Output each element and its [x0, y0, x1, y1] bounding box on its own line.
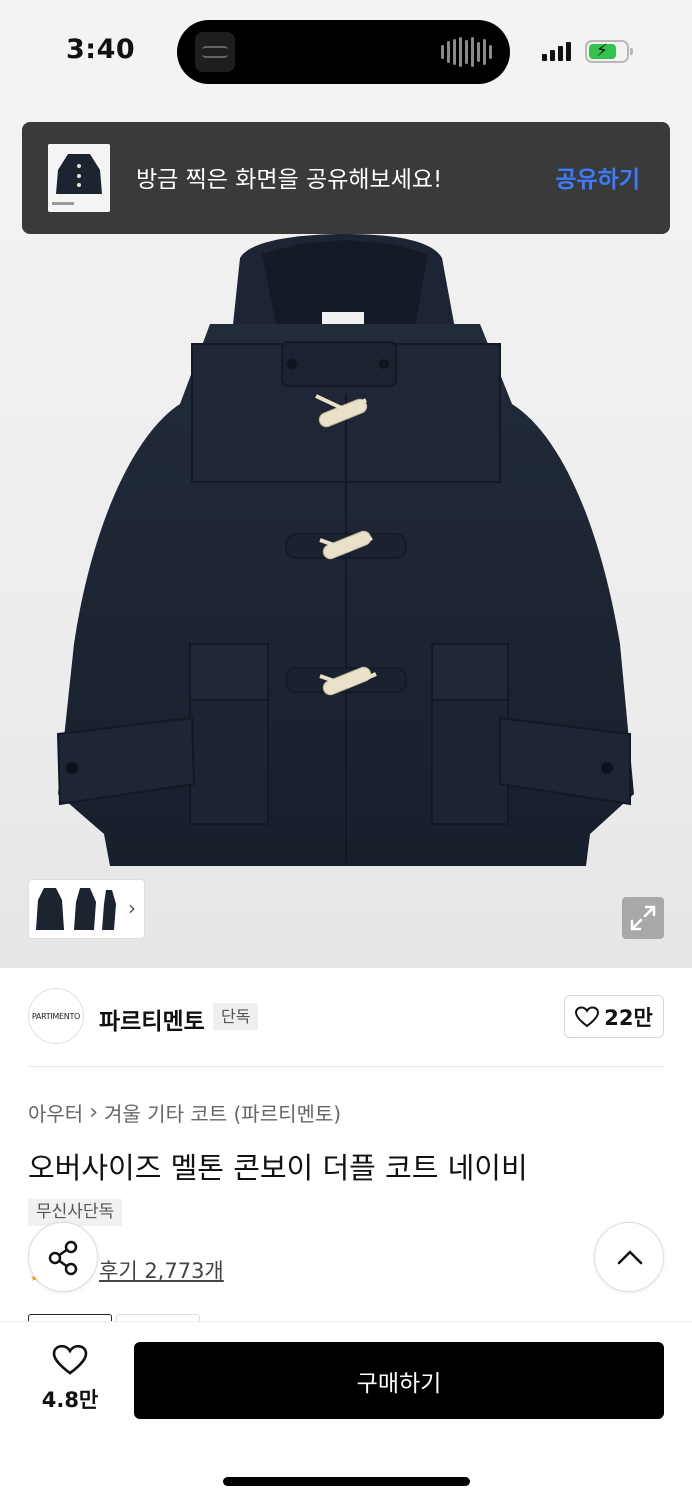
dynamic-island[interactable] [177, 20, 510, 84]
heart-icon [575, 1005, 600, 1027]
product-title: 오버사이즈 멜톤 콘보이 더플 코트 네이비 [28, 1151, 528, 1185]
exclusive-badge: 단독 [213, 1003, 259, 1030]
share-screenshot-toast: 방금 찍은 화면을 공유해보세요! 공유하기 [22, 122, 670, 234]
image-thumbnails[interactable]: › [28, 879, 145, 939]
battery-icon: ⚡ [585, 40, 633, 63]
heart-icon [52, 1344, 88, 1375]
breadcrumb-subcategory[interactable]: 겨울 기타 코트 (파르티멘토) [104, 1098, 341, 1127]
expand-icon[interactable] [622, 897, 664, 939]
chevron-up-icon [617, 1250, 643, 1265]
brand-name[interactable]: 파르티멘토 [99, 1002, 205, 1036]
status-time: 3:40 [66, 34, 136, 65]
brand-like-button[interactable]: 22만 [564, 995, 664, 1038]
wishlist-button[interactable] [30, 1344, 110, 1380]
wishlist-count: 4.8만 [41, 1388, 99, 1412]
divider [28, 1066, 664, 1067]
toast-message: 방금 찍은 화면을 공유해보세요! [136, 167, 443, 193]
now-playing-artwork [195, 32, 235, 72]
home-indicator[interactable] [223, 1477, 470, 1486]
screenshot-thumbnail[interactable] [48, 144, 110, 212]
reviews-link[interactable]: 후기 2,773개 [99, 1255, 224, 1285]
share-icon [48, 1240, 78, 1276]
breadcrumb-category[interactable]: 아우터 [28, 1098, 83, 1127]
buy-button[interactable]: 구매하기 [134, 1342, 664, 1419]
breadcrumb: 아우터 › 겨울 기타 코트 (파르티멘토) [28, 1098, 341, 1127]
chevron-right-icon: › [89, 1100, 99, 1125]
cellular-signal-icon [542, 42, 571, 61]
scroll-top-button[interactable] [594, 1222, 664, 1292]
musinsa-exclusive-tag: 무신사단독 [28, 1199, 123, 1226]
brand-like-count: 22만 [604, 1005, 653, 1030]
share-button[interactable] [28, 1222, 98, 1292]
chevron-right-icon: › [128, 896, 136, 920]
status-bar: 3:40 ⚡ [0, 0, 692, 104]
share-now-button[interactable]: 공유하기 [555, 160, 640, 194]
audio-waveform-icon [441, 37, 492, 67]
brand-logo[interactable]: PARTIMENTO [28, 988, 84, 1044]
